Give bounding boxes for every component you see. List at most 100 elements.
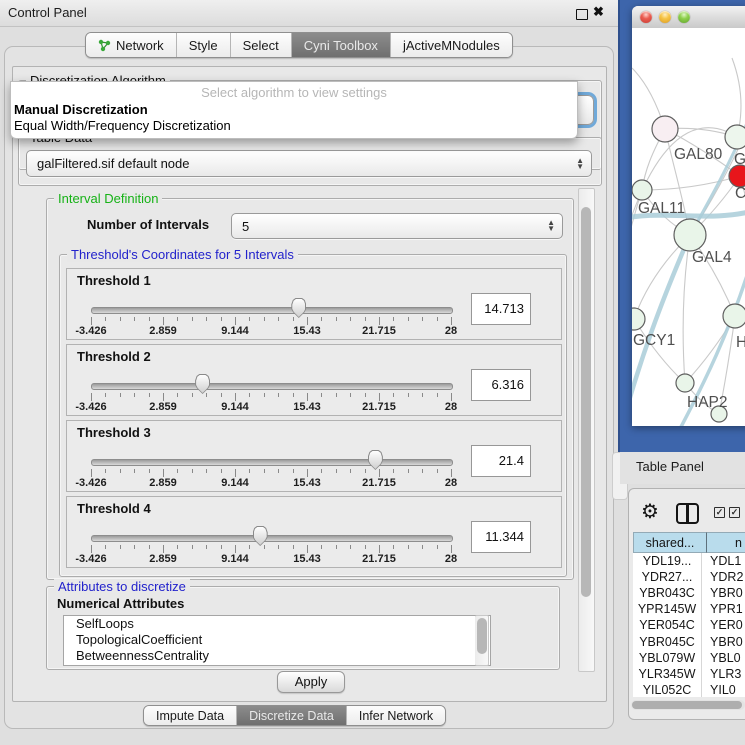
numerical-attributes-list[interactable]: SelfLoopsTopologicalCoefficientBetweenne…	[63, 615, 491, 666]
checkbox-icon[interactable]: ✓	[729, 507, 740, 518]
attribute-list-item[interactable]: BetweennessCentrality	[64, 648, 490, 664]
threshold-slider-track[interactable]	[91, 383, 453, 390]
number-of-intervals-combobox[interactable]: 5 ▲▼	[231, 213, 563, 239]
tick-mark	[393, 393, 394, 397]
tick-mark	[365, 469, 366, 473]
column-layout-icon[interactable]	[676, 503, 699, 524]
tick-mark	[451, 393, 452, 401]
table-row[interactable]: YLR345WYLR3	[633, 666, 745, 682]
tick-mark	[350, 469, 351, 473]
table-row[interactable]: YDR27...YDR2	[633, 569, 745, 585]
tab-discretize-data[interactable]: Discretize Data	[237, 706, 347, 725]
close-traffic-light-icon[interactable]	[640, 11, 652, 23]
tick-label: 2.859	[133, 553, 193, 565]
threshold-value-field[interactable]: 6.316	[471, 369, 531, 401]
minimize-traffic-light-icon[interactable]	[659, 11, 671, 23]
tick-mark	[350, 393, 351, 397]
network-view-window[interactable]: GAL80GACGAL11GAL4GCY1HHAP2	[632, 6, 745, 426]
tick-label: 2.859	[133, 325, 193, 337]
zoom-traffic-light-icon[interactable]	[678, 11, 690, 23]
network-node[interactable]	[723, 304, 745, 328]
cell-shared-name: YLR345W	[633, 666, 701, 682]
checkbox-icon[interactable]: ✓	[714, 507, 725, 518]
column-header-name[interactable]: n	[707, 532, 745, 553]
gear-icon[interactable]: ⚙	[641, 500, 659, 524]
table-row[interactable]: YBR045CYBR0	[633, 633, 745, 649]
tick-mark	[379, 393, 380, 401]
apply-button[interactable]: Apply	[277, 671, 345, 693]
column-header-shared-name[interactable]: shared...	[633, 532, 707, 553]
tab-jactivemnodules[interactable]: jActiveMNodules	[391, 33, 512, 57]
interval-definition-group: Interval Definition Number of Intervals …	[46, 198, 574, 580]
scrollbar-thumb[interactable]	[632, 701, 742, 709]
table-horizontal-scrollbar[interactable]	[631, 700, 745, 710]
algorithm-dropdown-popup: Select algorithm to view settings Manual…	[10, 81, 578, 139]
threshold-value-field[interactable]: 14.713	[471, 293, 531, 325]
tick-mark	[163, 393, 164, 401]
tick-mark	[120, 469, 121, 473]
threshold-value-field[interactable]: 11.344	[471, 521, 531, 553]
network-node[interactable]	[676, 374, 694, 392]
table-data-combobox[interactable]: galFiltered.sif default node ▲▼	[26, 150, 592, 177]
control-panel-titlebar	[0, 0, 618, 27]
tick-mark	[336, 545, 337, 549]
threshold-slider-handle[interactable]	[195, 374, 210, 394]
threshold-panel-2: Threshold 2-3.4262.8599.14415.4321.71528…	[66, 344, 562, 416]
network-canvas[interactable]: GAL80GACGAL11GAL4GCY1HHAP2	[632, 28, 745, 426]
cell-shared-name: YER054C	[633, 617, 701, 633]
tick-mark	[206, 317, 207, 321]
tick-label: 21.715	[349, 477, 409, 489]
float-window-icon[interactable]	[576, 9, 588, 20]
tick-mark	[379, 545, 380, 553]
threshold-slider-track[interactable]	[91, 535, 453, 542]
tick-mark	[134, 545, 135, 549]
tick-mark	[422, 393, 423, 397]
attribute-list-item[interactable]: SelfLoops	[64, 616, 490, 632]
attributes-scrollbar[interactable]	[475, 615, 489, 666]
threshold-value-field[interactable]: 21.4	[471, 445, 531, 477]
tab-infer-network[interactable]: Infer Network	[347, 706, 445, 725]
table-row[interactable]: YBL079WYBL0	[633, 650, 745, 666]
threshold-slider-handle[interactable]	[291, 298, 306, 318]
close-icon[interactable]: ✖	[593, 4, 604, 20]
threshold-slider-track[interactable]	[91, 459, 453, 466]
threshold-slider-track[interactable]	[91, 307, 453, 314]
tab-impute-data[interactable]: Impute Data	[144, 706, 237, 725]
network-node[interactable]	[674, 219, 706, 251]
tick-mark	[393, 317, 394, 321]
tick-mark	[307, 393, 308, 401]
threshold-slider-handle[interactable]	[368, 450, 383, 470]
table-row[interactable]: YDL19...YDL1	[633, 553, 745, 569]
scrollbar-thumb[interactable]	[581, 207, 591, 597]
network-node[interactable]	[632, 308, 645, 330]
combo-arrows-icon: ▲▼	[576, 158, 584, 170]
tab-style[interactable]: Style	[177, 33, 231, 57]
network-node[interactable]	[632, 180, 652, 200]
tick-mark	[437, 469, 438, 473]
table-row[interactable]: YIL052CYIL0	[633, 682, 745, 697]
slider-tick-labels: -3.4262.8599.14415.4321.71528	[91, 477, 452, 489]
network-node[interactable]	[725, 125, 745, 149]
tab-cyni-toolbox[interactable]: Cyni Toolbox	[292, 33, 391, 57]
tab-label: jActiveMNodules	[403, 38, 500, 53]
network-node[interactable]	[652, 116, 678, 142]
threshold-slider-handle[interactable]	[253, 526, 268, 546]
scrollbar-thumb[interactable]	[477, 618, 487, 654]
table-row[interactable]: YPR145WYPR1	[633, 601, 745, 617]
tab-network[interactable]: Network	[86, 33, 177, 57]
algorithm-option-manual[interactable]: Manual Discretization	[14, 102, 148, 117]
table-row[interactable]: YER054CYER0	[633, 617, 745, 633]
tab-select[interactable]: Select	[231, 33, 292, 57]
tick-mark	[235, 469, 236, 477]
tick-mark	[192, 469, 193, 473]
tick-mark	[451, 469, 452, 477]
settings-vertical-scrollbar[interactable]	[578, 188, 595, 672]
slider-tick-labels: -3.4262.8599.14415.4321.71528	[91, 553, 452, 565]
algorithm-option-equal-width[interactable]: Equal Width/Frequency Discretization	[14, 118, 231, 133]
table-row[interactable]: YBR043CYBR0	[633, 585, 745, 601]
threshold-panel-3: Threshold 3-3.4262.8599.14415.4321.71528…	[66, 420, 562, 492]
network-node[interactable]	[729, 165, 745, 187]
network-window-titlebar[interactable]	[632, 6, 745, 29]
tick-label: 9.144	[205, 477, 265, 489]
attribute-list-item[interactable]: TopologicalCoefficient	[64, 632, 490, 648]
